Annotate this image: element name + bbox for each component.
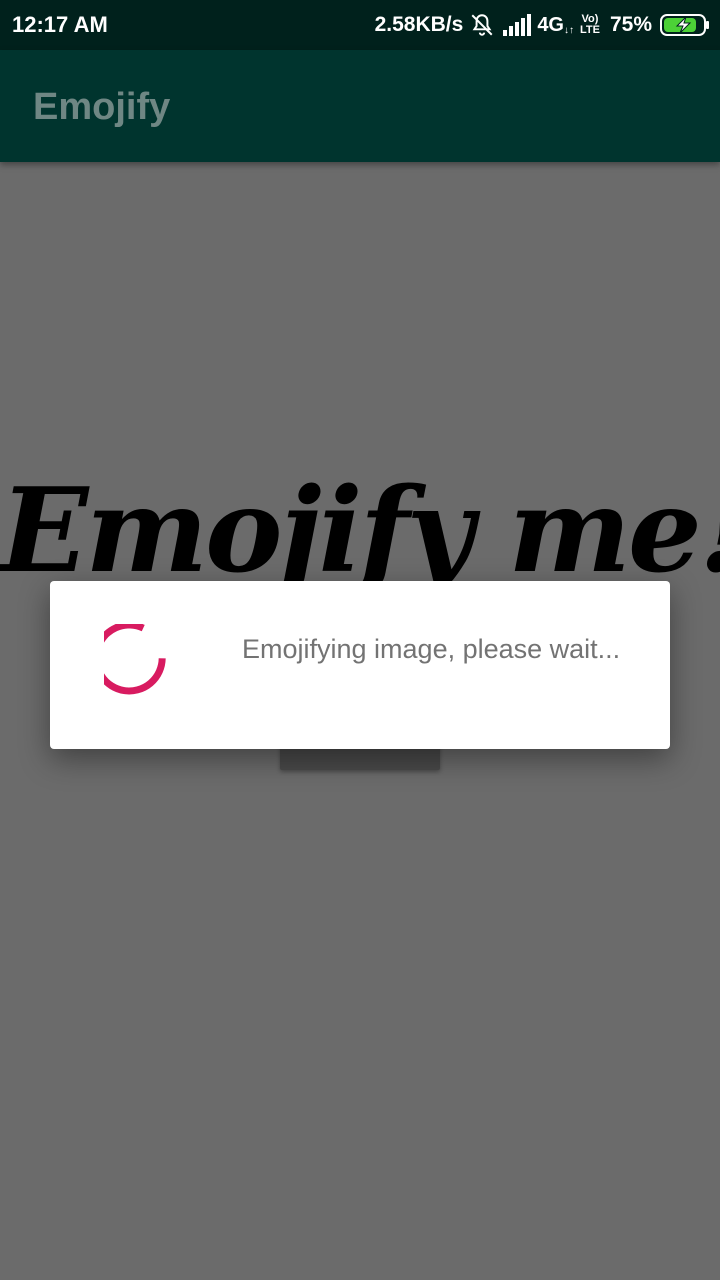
data-arrows-icon: ↓↑ (564, 24, 574, 36)
status-time: 12:17 AM (12, 12, 108, 37)
network-type: 4G (537, 13, 564, 36)
status-icons: 2.58KB/s 4G ↓↑ Vo) LTE 75% (375, 10, 710, 40)
volte-bottom: LTE (580, 24, 600, 36)
signal-icon (503, 14, 532, 36)
hero-title: Emojify me! (0, 463, 720, 581)
app-title: Emojify (33, 86, 171, 128)
bell-off-icon (471, 14, 493, 36)
battery-percent: 75% (609, 13, 652, 36)
battery-charging-icon (660, 14, 709, 36)
loading-spinner-icon (104, 624, 166, 695)
status-bar: 12:17 AM 2.58KB/s 4G ↓↑ Vo) LTE 75% (0, 0, 720, 50)
app-bar: Emojify (0, 50, 720, 162)
dialog-message: Emojifying image, please wait... (242, 634, 621, 664)
volte-icon: Vo) LTE (580, 14, 600, 36)
network-speed: 2.58KB/s (374, 13, 464, 36)
